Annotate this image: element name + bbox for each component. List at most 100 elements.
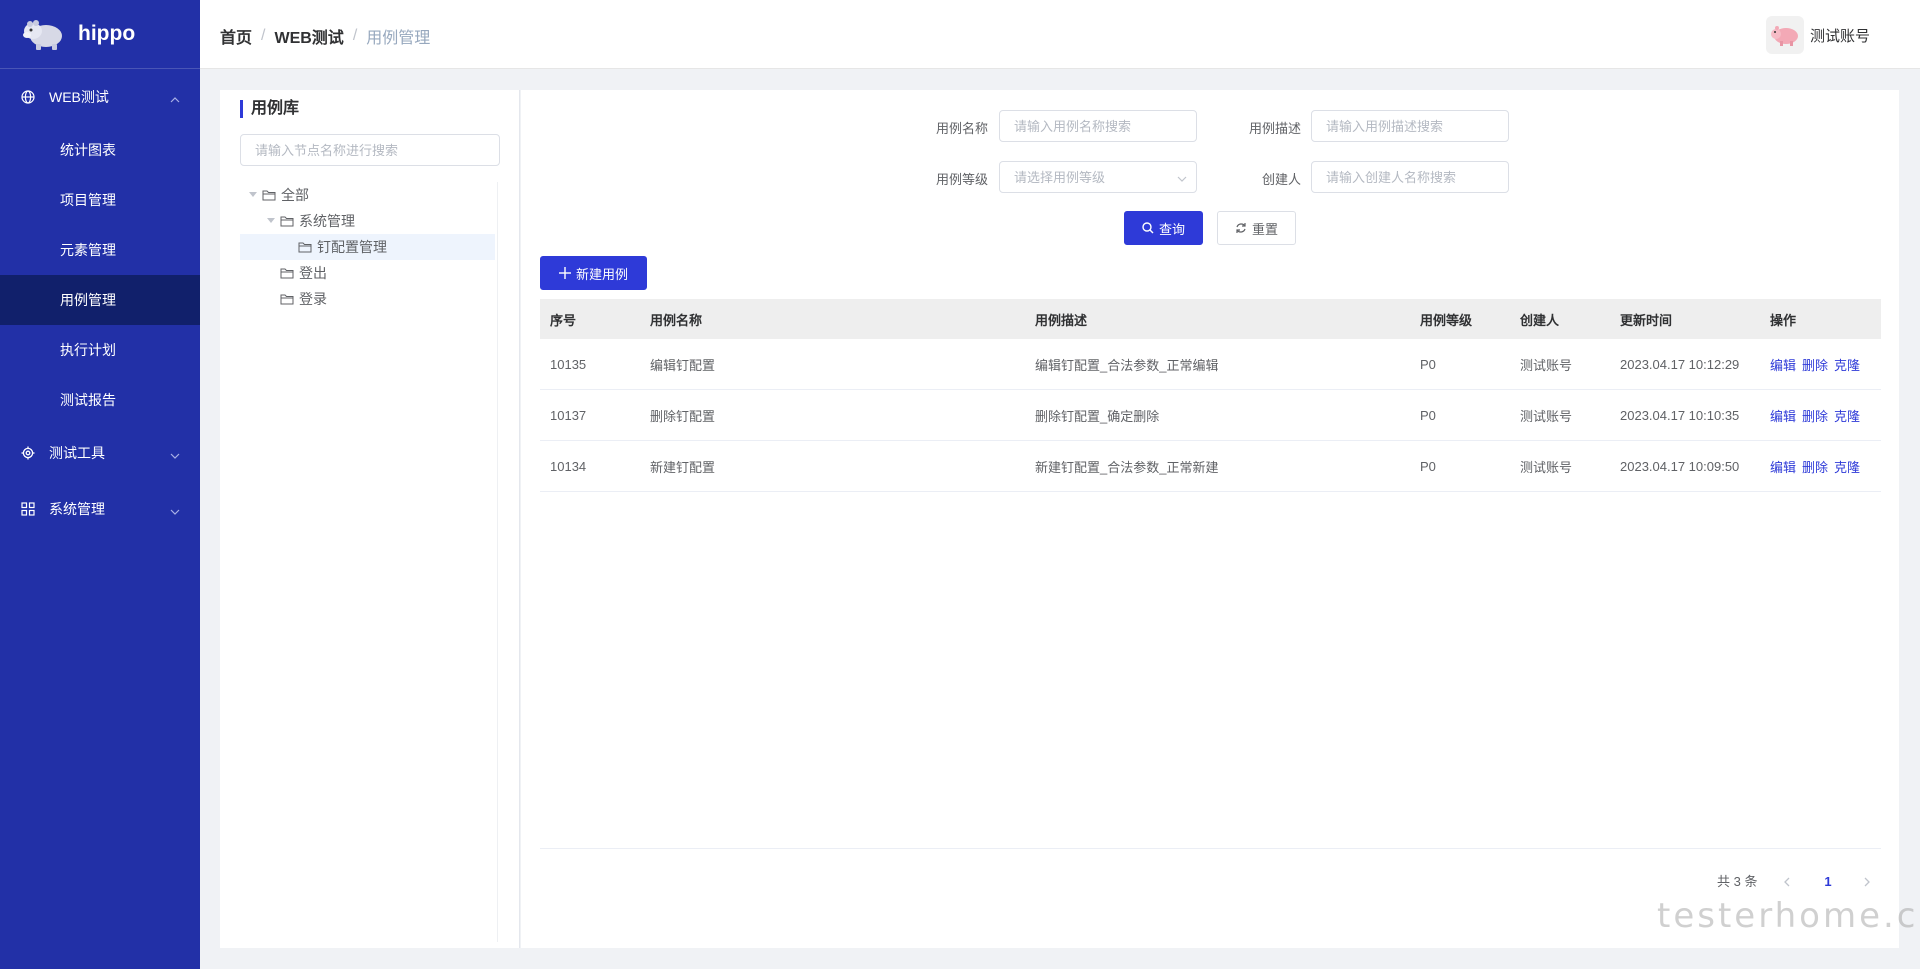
column-header[interactable]: 用例名称 bbox=[640, 310, 1025, 329]
breadcrumb-separator: / bbox=[261, 27, 266, 44]
sidebar-item-label: 统计图表 bbox=[60, 142, 116, 158]
delete-link[interactable]: 删除 bbox=[1802, 409, 1828, 424]
user-name: 测试账号 bbox=[1809, 27, 1870, 45]
logo[interactable]: hippo bbox=[0, 0, 200, 69]
gear-icon bbox=[20, 446, 35, 461]
caret-down-icon[interactable] bbox=[248, 190, 258, 200]
menu-group-label: 测试工具 bbox=[49, 445, 105, 461]
menu-group-web-test[interactable]: WEB测试 bbox=[0, 69, 200, 125]
cell-actions: 编辑 删除 克隆 bbox=[1760, 457, 1881, 476]
tree-node-logout[interactable]: 登出 bbox=[240, 260, 495, 286]
chevron-down-icon bbox=[170, 504, 180, 520]
cell-desc: 删除钉配置_确定删除 bbox=[1035, 408, 1160, 424]
delete-link[interactable]: 删除 bbox=[1802, 358, 1828, 373]
cell-id: 10134 bbox=[550, 458, 587, 474]
sidebar-item-label: 执行计划 bbox=[60, 342, 116, 358]
edit-link[interactable]: 编辑 bbox=[1770, 358, 1796, 373]
cell-desc: 新建钉配置_合法参数_正常新建 bbox=[1035, 459, 1219, 475]
column-header[interactable]: 用例等级 bbox=[1410, 310, 1510, 329]
column-header[interactable]: 序号 bbox=[540, 310, 640, 329]
sidebar-item-projects[interactable]: 项目管理 bbox=[0, 175, 200, 225]
case-name-input[interactable] bbox=[999, 110, 1197, 142]
sidebar-item-plans[interactable]: 执行计划 bbox=[0, 325, 200, 375]
folder-icon bbox=[298, 241, 312, 253]
column-header[interactable]: 用例描述 bbox=[1025, 310, 1410, 329]
column-header[interactable]: 更新时间 bbox=[1610, 310, 1760, 329]
cell-updated: 2023.04.17 10:10:35 bbox=[1620, 407, 1740, 423]
chevron-down-icon bbox=[170, 448, 180, 464]
sidebar-item-label: 用例管理 bbox=[60, 292, 116, 308]
app-name: hippo bbox=[78, 22, 136, 45]
case-level-select[interactable] bbox=[999, 161, 1197, 193]
breadcrumb: 首页 / WEB测试 / 用例管理 bbox=[220, 24, 430, 48]
tree-node-login[interactable]: 登录 bbox=[240, 286, 495, 312]
cell-name: 新建钉配置 bbox=[650, 459, 716, 475]
column-header[interactable]: 操作 bbox=[1760, 310, 1881, 329]
column-header[interactable]: 创建人 bbox=[1510, 310, 1610, 329]
prev-page-icon[interactable] bbox=[1777, 871, 1797, 893]
sidebar-item-elements[interactable]: 元素管理 bbox=[0, 225, 200, 275]
sidebar-item-label: 项目管理 bbox=[60, 192, 116, 208]
tree-title: 用例库 bbox=[240, 100, 299, 118]
reset-button-label: 重置 bbox=[1251, 221, 1278, 237]
case-list-panel: 用例名称 用例描述 用例等级 创建人 查询 重置 新建用例 序号 用例名称 用例… bbox=[521, 90, 1899, 948]
sidebar-item-stats[interactable]: 统计图表 bbox=[0, 125, 200, 175]
menu-group-label: 系统管理 bbox=[49, 501, 105, 517]
cell-creator: 测试账号 bbox=[1520, 408, 1573, 424]
table-header: 序号 用例名称 用例描述 用例等级 创建人 更新时间 操作 bbox=[540, 299, 1881, 339]
case-table: 序号 用例名称 用例描述 用例等级 创建人 更新时间 操作 10135 编辑钉配… bbox=[540, 299, 1881, 492]
breadcrumb-home[interactable]: 首页 bbox=[220, 24, 252, 48]
tree-node-label: 登出 bbox=[299, 265, 327, 281]
folder-icon bbox=[280, 215, 294, 227]
query-button-label: 查询 bbox=[1158, 221, 1185, 237]
sidebar: hippo WEB测试 统计图表 项目管理 元素管理 用例管理 执行计划 测试报… bbox=[0, 0, 200, 969]
tree-node-label: 钉配置管理 bbox=[317, 239, 387, 255]
breadcrumb-separator: / bbox=[352, 27, 358, 44]
folder-icon bbox=[280, 293, 294, 305]
edit-link[interactable]: 编辑 bbox=[1770, 409, 1796, 424]
globe-icon bbox=[20, 90, 35, 105]
header: 首页 / WEB测试 / 用例管理 测试账号 bbox=[200, 0, 1920, 69]
tree-search-input[interactable] bbox=[240, 134, 500, 166]
sidebar-item-label: 元素管理 bbox=[60, 242, 116, 258]
next-page-icon[interactable] bbox=[1857, 871, 1877, 893]
reset-button[interactable]: 重置 bbox=[1217, 211, 1296, 245]
tree-scrollbar[interactable] bbox=[497, 182, 498, 942]
grid-icon bbox=[20, 502, 35, 517]
clone-link[interactable]: 克隆 bbox=[1834, 460, 1860, 475]
breadcrumb-web-test[interactable]: WEB测试 bbox=[274, 24, 343, 48]
delete-link[interactable]: 删除 bbox=[1802, 460, 1828, 475]
cell-creator: 测试账号 bbox=[1520, 459, 1573, 475]
menu-group-system[interactable]: 系统管理 bbox=[0, 481, 200, 537]
user-menu[interactable]: 测试账号 bbox=[1765, 16, 1870, 54]
clone-link[interactable]: 克隆 bbox=[1834, 409, 1860, 424]
query-button[interactable]: 查询 bbox=[1124, 211, 1203, 245]
breadcrumb-current: 用例管理 bbox=[366, 30, 431, 47]
page-number[interactable]: 1 bbox=[1817, 871, 1839, 893]
folder-icon bbox=[262, 189, 276, 201]
menu-group-label: WEB测试 bbox=[49, 89, 109, 105]
case-tree: 全部 系统管理 钉配置管理 登出 登录 bbox=[240, 182, 495, 312]
edit-link[interactable]: 编辑 bbox=[1770, 460, 1796, 475]
tree-node-label: 系统管理 bbox=[299, 213, 355, 229]
case-level-select-input[interactable] bbox=[999, 161, 1197, 193]
case-level-label: 用例等级 bbox=[935, 172, 988, 187]
cell-id: 10135 bbox=[550, 356, 587, 372]
new-case-button-label: 新建用例 bbox=[575, 266, 628, 282]
case-desc-input[interactable] bbox=[1311, 110, 1509, 142]
hippo-logo-icon bbox=[22, 17, 64, 51]
sidebar-item-reports[interactable]: 测试报告 bbox=[0, 375, 200, 425]
new-case-button[interactable]: 新建用例 bbox=[540, 256, 647, 290]
cell-level: P0 bbox=[1420, 458, 1436, 474]
sidebar-item-cases[interactable]: 用例管理 bbox=[0, 275, 200, 325]
tree-node-all[interactable]: 全部 bbox=[240, 182, 495, 208]
creator-input[interactable] bbox=[1311, 161, 1509, 193]
caret-down-icon[interactable] bbox=[266, 216, 276, 226]
tree-node-system[interactable]: 系统管理 bbox=[240, 208, 495, 234]
plus-icon bbox=[558, 267, 571, 279]
cell-updated: 2023.04.17 10:09:50 bbox=[1620, 458, 1740, 474]
clone-link[interactable]: 克隆 bbox=[1834, 358, 1860, 373]
tree-node-pin-config[interactable]: 钉配置管理 bbox=[240, 234, 495, 260]
menu-group-test-tools[interactable]: 测试工具 bbox=[0, 425, 200, 481]
cell-actions: 编辑 删除 克隆 bbox=[1760, 355, 1881, 374]
